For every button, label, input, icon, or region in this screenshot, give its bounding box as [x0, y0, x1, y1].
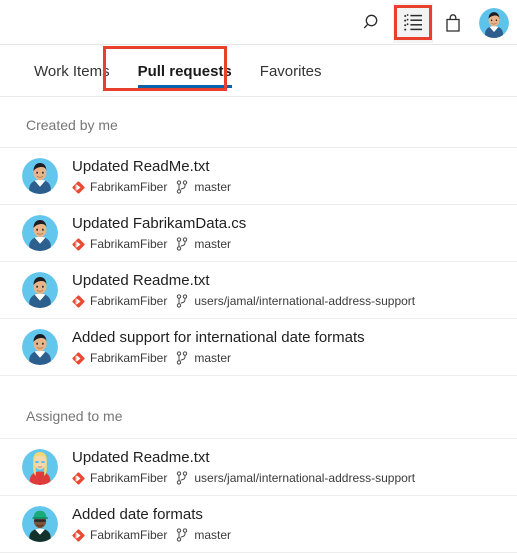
- avatar: [22, 272, 58, 308]
- avatar: [22, 449, 58, 485]
- pull-request-meta: FabrikamFiber master: [72, 236, 246, 252]
- branch-icon: [176, 528, 188, 542]
- pull-request-list-assigned-to-me: Updated Readme.txt FabrikamFiber users/j…: [0, 438, 517, 553]
- branch-name: master: [194, 237, 232, 251]
- repo-icon: [72, 180, 85, 194]
- branch-name: master: [194, 351, 232, 365]
- feed-icon: [402, 13, 424, 33]
- pull-request-list-created-by-me: Updated ReadMe.txt FabrikamFiber master …: [0, 147, 517, 376]
- branch-name: users/jamal/international-address-suppor…: [194, 294, 416, 308]
- list-item[interactable]: Updated Readme.txt FabrikamFiber users/j…: [0, 438, 517, 495]
- tab-bar: Work Items Pull requests Favorites: [0, 45, 517, 97]
- branch-icon: [176, 180, 188, 194]
- repo-icon: [72, 471, 85, 485]
- section-header-assigned-to-me: Assigned to me: [26, 408, 123, 424]
- branch-icon: [176, 351, 188, 365]
- repo-icon: [72, 528, 85, 542]
- tab-pull-requests[interactable]: Pull requests: [124, 45, 246, 97]
- tab-work-items[interactable]: Work Items: [20, 45, 124, 97]
- list-item-body: Updated FabrikamData.cs FabrikamFiber ma…: [72, 214, 246, 252]
- repo-name: FabrikamFiber: [90, 528, 168, 542]
- tab-favorites[interactable]: Favorites: [246, 45, 336, 97]
- tab-favorites-label: Favorites: [259, 62, 322, 80]
- tab-pull-requests-label: Pull requests: [137, 62, 232, 80]
- repo-name: FabrikamFiber: [90, 294, 168, 308]
- list-item[interactable]: Added support for international date for…: [0, 318, 517, 376]
- avatar: [22, 506, 58, 542]
- list-item-body: Added date formats FabrikamFiber master: [72, 505, 231, 543]
- pull-request-title: Updated ReadMe.txt: [72, 158, 210, 175]
- list-item-body: Added support for international date for…: [72, 328, 365, 366]
- pull-request-title: Added support for international date for…: [72, 329, 365, 346]
- list-item[interactable]: Updated Readme.txt FabrikamFiber users/j…: [0, 261, 517, 318]
- repo-name: FabrikamFiber: [90, 180, 168, 194]
- avatar[interactable]: [479, 7, 509, 38]
- pull-request-title: Added date formats: [72, 506, 203, 523]
- marketplace-bag-icon-button[interactable]: [433, 3, 473, 43]
- list-item-body: Updated ReadMe.txt FabrikamFiber master: [72, 157, 231, 195]
- pull-request-meta: FabrikamFiber master: [72, 179, 231, 195]
- branch-icon: [176, 471, 188, 485]
- marketplace-bag-icon: [443, 12, 463, 34]
- pull-request-title: Updated Readme.txt: [72, 449, 210, 466]
- top-header-bar: [0, 0, 517, 45]
- pull-request-title: Updated Readme.txt: [72, 272, 210, 289]
- branch-name: master: [194, 528, 232, 542]
- avatar: [22, 158, 58, 194]
- repo-name: FabrikamFiber: [90, 351, 168, 365]
- avatar: [22, 329, 58, 365]
- list-item[interactable]: Added date formats FabrikamFiber master: [0, 495, 517, 553]
- repo-name: FabrikamFiber: [90, 471, 168, 485]
- section-header-created-by-me: Created by me: [26, 117, 118, 133]
- branch-name: master: [194, 180, 232, 194]
- repo-name: FabrikamFiber: [90, 237, 168, 251]
- pull-request-title: Updated FabrikamData.cs: [72, 215, 247, 232]
- feed-icon-button[interactable]: [393, 2, 433, 43]
- search-icon: [362, 12, 384, 34]
- search-icon-button[interactable]: [353, 3, 393, 43]
- list-item-body: Updated Readme.txt FabrikamFiber users/j…: [72, 448, 415, 486]
- tab-work-items-label: Work Items: [34, 62, 110, 80]
- list-item[interactable]: Updated FabrikamData.cs FabrikamFiber ma…: [0, 204, 517, 261]
- pull-request-meta: FabrikamFiber master: [72, 527, 231, 543]
- repo-icon: [72, 237, 85, 251]
- repo-icon: [72, 351, 85, 365]
- active-tab-underline: [137, 85, 232, 88]
- repo-icon: [72, 294, 85, 308]
- pull-request-meta: FabrikamFiber users/jamal/international-…: [72, 470, 415, 486]
- pull-requests-panel: Created by me Updated ReadMe.txt Fabrika…: [0, 97, 517, 553]
- pull-request-meta: FabrikamFiber users/jamal/international-…: [72, 293, 415, 309]
- avatar: [22, 215, 58, 251]
- branch-icon: [176, 237, 188, 251]
- branch-name: users/jamal/international-address-suppor…: [194, 471, 416, 485]
- list-item[interactable]: Updated ReadMe.txt FabrikamFiber master: [0, 147, 517, 204]
- pull-request-meta: FabrikamFiber master: [72, 350, 365, 366]
- branch-icon: [176, 294, 188, 308]
- list-item-body: Updated Readme.txt FabrikamFiber users/j…: [72, 271, 415, 309]
